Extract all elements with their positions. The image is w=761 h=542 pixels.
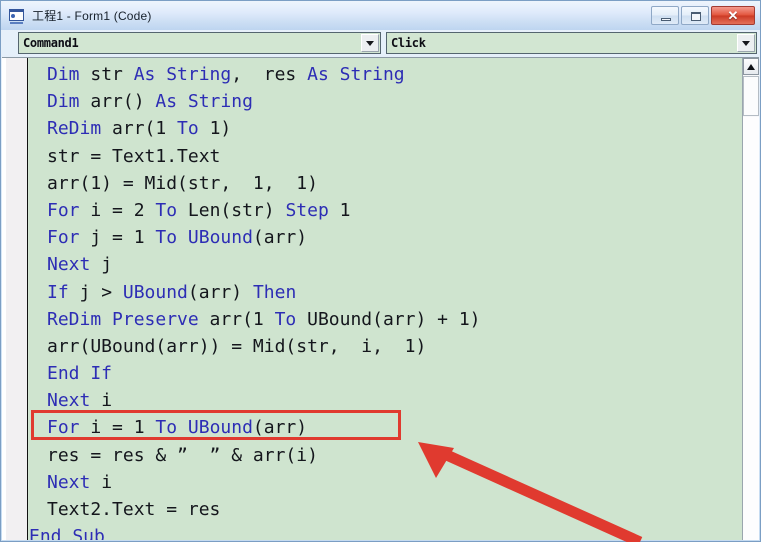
window-controls: ✕ [649, 6, 755, 25]
chevron-down-icon[interactable] [737, 34, 755, 52]
object-combo-value: Command1 [23, 36, 79, 50]
minimize-icon [661, 18, 671, 21]
code-line[interactable]: Dim arr() As String [29, 88, 742, 115]
code-keyword: Dim [47, 91, 80, 113]
code-identifier: res = res & ” ” & arr(i) [47, 444, 318, 466]
code-line[interactable]: For i = 1 To UBound(arr) [29, 414, 742, 441]
procedure-combo-value: Click [391, 36, 426, 50]
close-icon: ✕ [727, 8, 739, 23]
code-identifier: str = Text1.Text [47, 145, 221, 167]
code-keyword: Next [47, 390, 91, 412]
code-keyword: For [47, 417, 80, 439]
code-keyword: Step [285, 199, 329, 221]
maximize-button[interactable] [681, 6, 709, 25]
code-identifier: 1 [328, 199, 351, 221]
code-keyword: ReDim Preserve [47, 308, 199, 330]
code-keyword: UBound [177, 227, 253, 249]
code-identifier: , res [231, 64, 308, 85]
close-button[interactable]: ✕ [711, 6, 755, 25]
vb-form-code-icon [9, 8, 26, 24]
code-identifier: str [79, 64, 134, 85]
code-line[interactable]: If j > UBound(arr) Then [29, 279, 742, 306]
code-identifier: UBound(arr) + 1) [296, 308, 481, 330]
code-keyword: To [177, 118, 199, 140]
code-keyword: To [155, 227, 178, 249]
code-line[interactable]: For i = 2 To Len(str) Step 1 [29, 197, 742, 224]
procedure-combo[interactable]: Click [386, 32, 757, 54]
code-identifier: i [90, 390, 113, 412]
code-line[interactable]: ReDim arr(1 To 1) [29, 115, 742, 142]
scroll-thumb[interactable] [743, 76, 759, 116]
window-title: 工程1 - Form1 (Code) [32, 9, 152, 23]
code-keyword: As String [133, 64, 232, 85]
code-identifier: j [90, 254, 113, 276]
code-identifier: j = 1 [79, 227, 156, 249]
code-identifier: arr() [79, 91, 156, 113]
title-bar[interactable]: 工程1 - Form1 (Code) ✕ [1, 1, 760, 30]
margin-indicator-bar[interactable] [2, 58, 28, 540]
code-line[interactable]: End Sub [29, 523, 742, 540]
code-lines: Dim str As String, res As String Dim arr(… [29, 61, 742, 540]
vb6-code-window: 工程1 - Form1 (Code) ✕ Command1 Click Dim … [0, 0, 761, 542]
code-line[interactable]: Dim str As String, res As String [29, 61, 742, 88]
code-identifier: j > [68, 281, 123, 303]
code-identifier: i = 2 [79, 199, 156, 221]
code-identifier: Text2.Text = res [47, 499, 221, 520]
code-keyword: For [47, 227, 80, 249]
code-keyword: To [155, 199, 178, 221]
code-identifier: arr(1 [198, 308, 275, 330]
code-line[interactable]: Next i [29, 387, 742, 414]
code-keyword: Dim [47, 64, 80, 85]
maximize-icon [691, 12, 701, 21]
code-line[interactable]: arr(UBound(arr)) = Mid(str, i, 1) [29, 333, 742, 360]
chevron-down-icon[interactable] [361, 34, 379, 52]
code-editor[interactable]: Dim str As String, res As String Dim arr(… [2, 57, 759, 540]
scroll-track[interactable] [743, 117, 759, 540]
code-keyword: End If [47, 363, 113, 385]
code-line[interactable]: End If [29, 360, 742, 387]
code-identifier: arr(1 [101, 118, 178, 140]
code-line[interactable]: str = Text1.Text [29, 143, 742, 170]
code-keyword: For [47, 199, 80, 221]
code-line[interactable]: res = res & ” ” & arr(i) [29, 442, 742, 469]
code-identifier: i [90, 471, 113, 493]
code-keyword: To [274, 308, 297, 330]
scroll-up-arrow-icon[interactable] [743, 58, 759, 75]
code-identifier: arr(1) = Mid(str, 1, 1) [47, 172, 318, 194]
code-keyword: If [47, 281, 69, 303]
code-keyword: Next [47, 471, 91, 493]
code-keyword: ReDim [47, 118, 102, 140]
code-keyword: As String [155, 91, 253, 113]
code-text-area[interactable]: Dim str As String, res As String Dim arr(… [29, 58, 742, 540]
code-identifier: 1) [198, 118, 232, 140]
code-line[interactable]: Next j [29, 251, 742, 278]
code-identifier: Len(str) [177, 199, 286, 221]
vertical-scrollbar[interactable] [742, 58, 759, 540]
code-line[interactable]: arr(1) = Mid(str, 1, 1) [29, 170, 742, 197]
code-identifier: (arr) [252, 417, 308, 439]
code-line[interactable]: ReDim Preserve arr(1 To UBound(arr) + 1) [29, 306, 742, 333]
code-line[interactable]: For j = 1 To UBound(arr) [29, 224, 742, 251]
object-combo[interactable]: Command1 [18, 32, 381, 54]
code-identifier: (arr) [187, 281, 253, 303]
code-keyword: End Sub [29, 526, 105, 540]
code-line[interactable]: Next i [29, 469, 742, 496]
code-identifier: i = 1 [79, 417, 156, 439]
code-line[interactable]: Text2.Text = res [29, 496, 742, 523]
minimize-button[interactable] [651, 6, 679, 25]
code-keyword: UBound [122, 281, 188, 303]
code-identifier: arr(UBound(arr)) = Mid(str, i, 1) [47, 335, 427, 357]
code-identifier: (arr) [252, 227, 308, 249]
code-keyword: Next [47, 254, 91, 276]
code-window-combo-row: Command1 Click [2, 32, 759, 56]
code-keyword: As String [307, 64, 405, 85]
code-keyword: UBound [177, 417, 253, 439]
code-keyword: To [155, 417, 178, 439]
code-keyword: Then [252, 281, 297, 303]
